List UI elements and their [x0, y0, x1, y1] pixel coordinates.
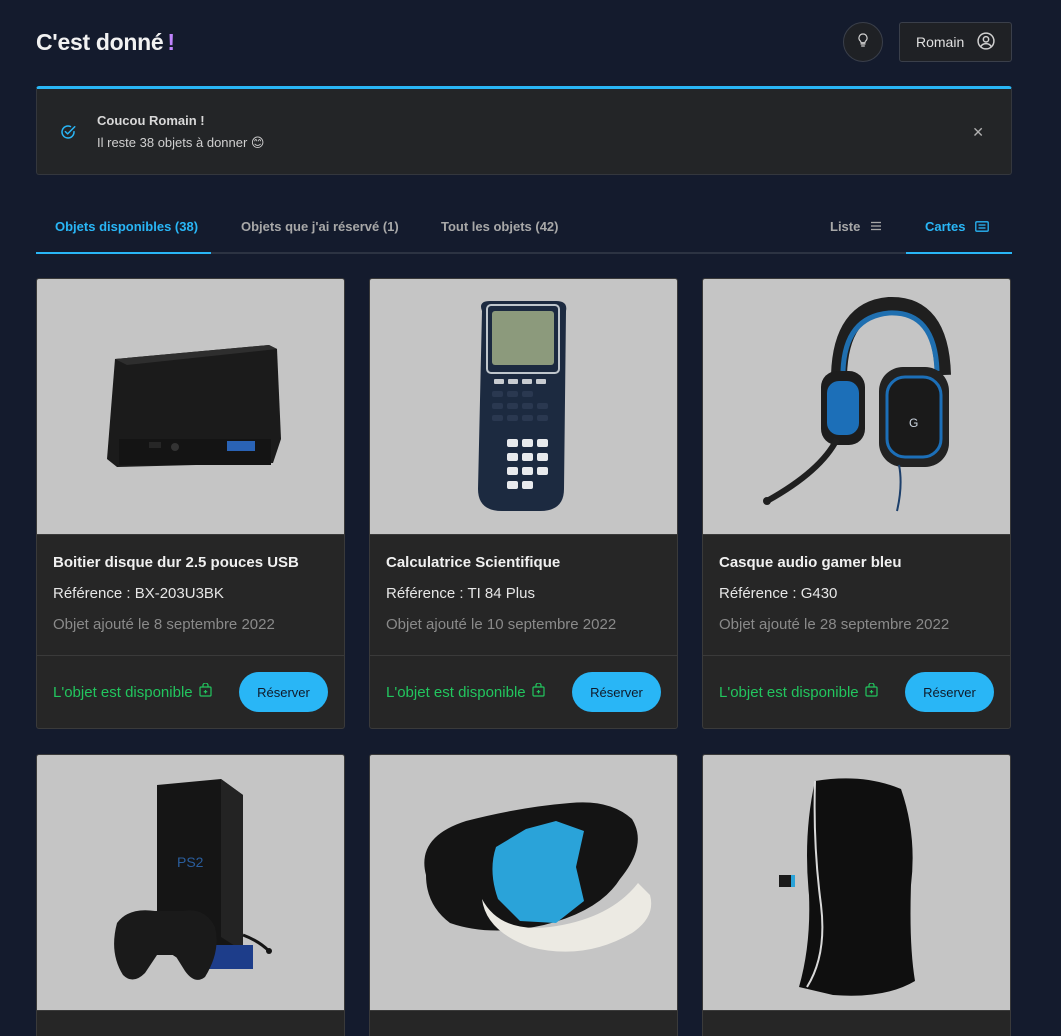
item-date: Objet ajouté le 8 septembre 2022 [53, 616, 275, 633]
reserve-button[interactable]: Réserver [239, 672, 328, 712]
availability-status: L'objet est disponible [719, 682, 878, 701]
card-view-icon [975, 220, 990, 232]
svg-text:PS2: PS2 [177, 854, 204, 870]
availability-status: L'objet est disponible [386, 682, 545, 701]
item-reference: Référence : G430 [719, 585, 838, 602]
item-details: Casque audio gamer bleu Référence : G430… [703, 535, 1010, 656]
app-header: C'est donné! Romain [36, 22, 1012, 62]
view-tabs: Objets disponibles (38) Objets que j'ai … [36, 200, 1012, 254]
item-image [370, 279, 677, 535]
item-image [370, 755, 677, 1011]
reserve-button[interactable]: Réserver [905, 672, 994, 712]
alert-title: Coucou Romain ! [97, 113, 205, 128]
item-footer: L'objet est disponible Réserver [703, 656, 1010, 728]
item-card [702, 754, 1011, 1036]
check-circle-icon [59, 123, 77, 146]
reserve-button[interactable]: Réserver [572, 672, 661, 712]
header-actions: Romain [843, 22, 1012, 62]
brand-logo[interactable]: C'est donné! [36, 29, 175, 56]
user-circle-icon [976, 31, 996, 54]
availability-status: L'objet est disponible [53, 682, 212, 701]
item-reference: Référence : BX-203U3BK [53, 585, 224, 602]
brand-mark: ! [167, 28, 175, 55]
welcome-alert: Coucou Romain ! Il reste 38 objets à don… [36, 86, 1012, 175]
tab-available[interactable]: Objets disponibles (38) [36, 200, 212, 254]
tab-cards-label: Cartes [925, 218, 966, 234]
brand-title: C'est donné [36, 28, 164, 55]
item-title: Calculatrice Scientifique [386, 554, 561, 571]
user-name: Romain [916, 34, 965, 50]
item-title: Boitier disque dur 2.5 pouces USB [53, 554, 299, 571]
tab-all-label: Tout les objets (42) [441, 218, 559, 234]
theme-toggle-button[interactable] [843, 22, 883, 62]
tab-list-view[interactable]: Liste [830, 200, 882, 252]
tab-all[interactable]: Tout les objets (42) [441, 200, 559, 252]
close-icon[interactable]: ✕ [972, 125, 984, 139]
item-card: Boitier disque dur 2.5 pouces USB Référe… [36, 278, 345, 729]
item-details: Calculatrice Scientifique Référence : TI… [370, 535, 677, 656]
item-card: G Casque audio gamer bleu Référence : G4… [702, 278, 1011, 729]
item-reference: Référence : TI 84 Plus [386, 585, 535, 602]
item-image [37, 279, 344, 535]
item-card [369, 754, 678, 1036]
tab-cards-view[interactable]: Cartes [906, 200, 1012, 254]
tab-available-label: Objets disponibles (38) [55, 218, 199, 234]
lightbulb-icon [855, 32, 871, 53]
item-details: Boitier disque dur 2.5 pouces USB Référe… [37, 535, 344, 656]
list-icon [870, 221, 882, 231]
item-card: Calculatrice Scientifique Référence : TI… [369, 278, 678, 729]
tab-list-label: Liste [830, 218, 861, 234]
availability-label: L'objet est disponible [719, 683, 859, 701]
alert-message: Il reste 38 objets à donner 😊 [97, 135, 265, 150]
item-image: PS2 [37, 755, 344, 1011]
user-menu-button[interactable]: Romain [899, 22, 1012, 62]
gift-bag-icon [199, 682, 212, 701]
gift-bag-icon [865, 682, 878, 701]
svg-text:G: G [909, 416, 918, 430]
item-date: Objet ajouté le 28 septembre 2022 [719, 616, 950, 633]
item-card: PS2 [36, 754, 345, 1036]
item-footer: L'objet est disponible Réserver [37, 656, 344, 728]
gift-bag-icon [532, 682, 545, 701]
item-date: Objet ajouté le 10 septembre 2022 [386, 616, 617, 633]
item-image: G [703, 279, 1010, 535]
item-image [703, 755, 1010, 1011]
availability-label: L'objet est disponible [386, 683, 526, 701]
availability-label: L'objet est disponible [53, 683, 193, 701]
item-title: Casque audio gamer bleu [719, 554, 902, 571]
tab-reserved-label: Objets que j'ai réservé (1) [241, 218, 399, 234]
tab-reserved[interactable]: Objets que j'ai réservé (1) [241, 200, 399, 252]
item-footer: L'objet est disponible Réserver [370, 656, 677, 728]
